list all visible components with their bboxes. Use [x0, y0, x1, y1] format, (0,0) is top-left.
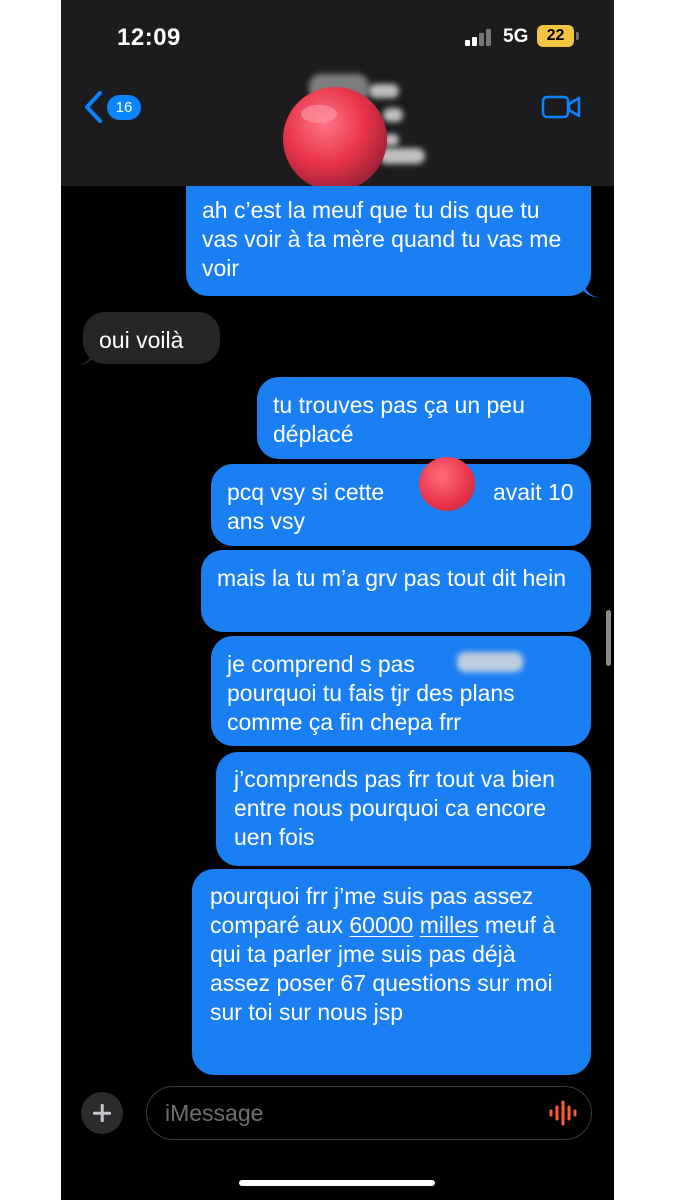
add-attachment-button[interactable] [81, 1092, 123, 1134]
message-text: je comprend s pas [227, 651, 415, 677]
message-text: tu trouves pas ça un peu déplacé [273, 392, 525, 447]
home-indicator[interactable] [239, 1180, 435, 1186]
status-time: 12:09 [117, 24, 181, 51]
battery-cap [576, 32, 579, 40]
message-bubble-sent[interactable]: pcq vsy si cette avait 10 ans vsy [211, 464, 591, 546]
redaction-sticker [419, 457, 475, 511]
conversation-header: 12:09 5G 22 16 [61, 0, 614, 191]
bubble-tail [583, 282, 599, 298]
message-bubble-sent[interactable]: pourquoi frr j’me suis pas assez comparé… [192, 869, 591, 1075]
detected-number-link[interactable]: milles [420, 912, 479, 938]
bubble-tail [77, 350, 93, 366]
message-text: oui voilà [99, 327, 184, 353]
message-text: pourquoi tu fais tjr des plans comme ça … [227, 680, 515, 735]
video-camera-icon[interactable] [541, 94, 581, 120]
scrollbar[interactable] [606, 610, 611, 666]
cellular-signal-icon [465, 28, 493, 46]
redacted-name [457, 652, 523, 672]
battery-icon: 22 [537, 25, 574, 47]
screenshot-margin-right [614, 0, 675, 1200]
screenshot-margin-left [0, 0, 61, 1200]
message-bubble-sent[interactable]: ah c’est la meuf que tu dis que tu vas v… [186, 186, 591, 296]
message-text: j’comprends pas frr tout va bien entre n… [234, 766, 555, 850]
message-text: pcq vsy si cette [227, 479, 385, 505]
detected-number-link[interactable]: 60000 [349, 912, 413, 938]
waveform-icon[interactable] [548, 1100, 578, 1126]
imessage-input[interactable]: iMessage [146, 1086, 592, 1140]
contact-avatar[interactable] [279, 86, 391, 192]
message-text: mais la tu m’a grv pas tout dit hein [217, 565, 566, 591]
message-text: ah c’est la meuf que tu dis que tu vas v… [202, 197, 562, 281]
message-bubble-received[interactable]: oui voilà [83, 312, 220, 364]
message-bubble-sent[interactable]: mais la tu m’a grv pas tout dit hein [201, 550, 591, 632]
message-bubble-sent[interactable]: je comprend s pas pourquoi tu fais tjr d… [211, 636, 591, 746]
phone-screen: 12:09 5G 22 16 ah c’est la meuf que tu d… [61, 0, 614, 1200]
network-type: 5G [503, 26, 529, 47]
message-bubble-sent[interactable]: tu trouves pas ça un peu déplacé [257, 377, 591, 459]
message-bubble-sent[interactable]: j’comprends pas frr tout va bien entre n… [216, 752, 591, 866]
chevron-left-icon[interactable] [81, 90, 107, 124]
unread-count-badge[interactable]: 16 [107, 95, 141, 120]
